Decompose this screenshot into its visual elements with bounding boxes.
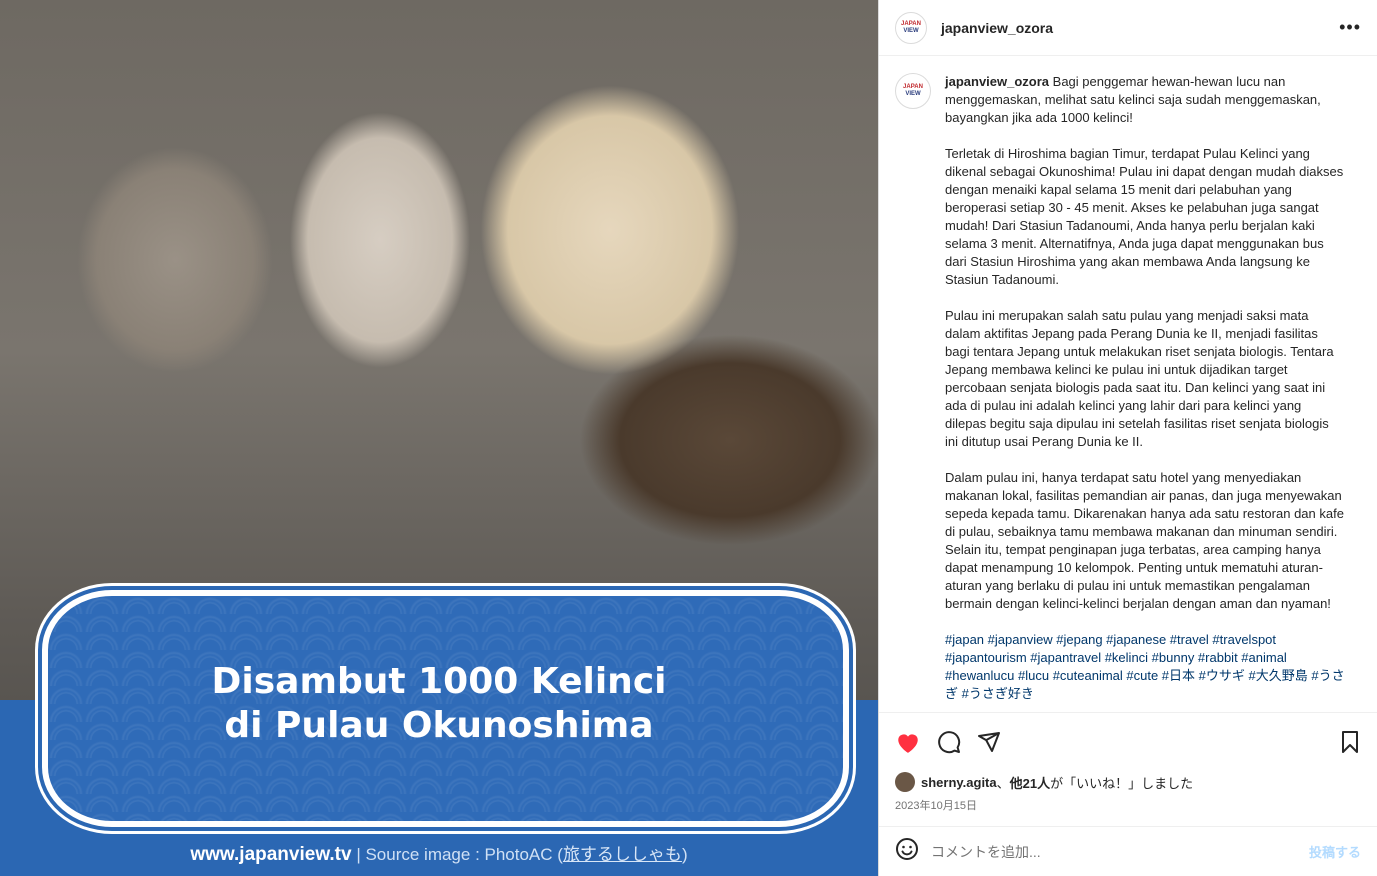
caption-section: JAPAN VIEW japanview_ozora Bagi penggema…: [879, 57, 1377, 709]
profile-avatar[interactable]: JAPAN VIEW: [895, 11, 927, 44]
source-prefix: | Source image : PhotoAC (: [356, 845, 563, 864]
caption-username[interactable]: japanview_ozora: [945, 74, 1049, 89]
banner-title-line2: di Pulau Okunoshima: [224, 705, 654, 746]
emoji-smiley-icon[interactable]: [895, 837, 919, 866]
share-paper-plane-icon[interactable]: [977, 730, 1001, 754]
caption-hashtags[interactable]: #japan #japanview #jepang #japanese #tra…: [945, 631, 1345, 703]
post-comment-button[interactable]: 投稿する: [1309, 842, 1361, 861]
liker-username[interactable]: sherny.agita: [921, 775, 997, 790]
header-username[interactable]: japanview_ozora: [941, 20, 1053, 36]
comment-bar: コメントを追加... 投稿する: [879, 826, 1377, 876]
likes-separator: 、: [996, 775, 1010, 791]
banner-title-line1: Disambut 1000 Kelinci: [211, 661, 667, 702]
logo-bottom-text: VIEW: [903, 27, 919, 34]
banner-title: Disambut 1000 Kelinci di Pulau Okunoshim…: [0, 660, 878, 748]
source-link: 旅するししゃも: [562, 845, 682, 864]
likes-suffix: が「いいね！」しました: [1050, 775, 1194, 791]
source-credit: www.japanview.tv | Source image : PhotoA…: [0, 840, 878, 866]
logo-top-text: JAPAN: [903, 84, 923, 90]
likes-others[interactable]: 他21人: [1010, 773, 1050, 792]
logo-bottom-text: VIEW: [905, 91, 921, 97]
comment-input[interactable]: コメントを追加...: [931, 842, 1309, 862]
caption-avatar[interactable]: JAPAN VIEW: [895, 73, 931, 109]
japanview-logo-icon: JAPAN VIEW: [903, 84, 923, 98]
liker-avatar[interactable]: [895, 772, 915, 792]
logo-top-text: JAPAN: [901, 20, 921, 27]
post-date[interactable]: 2023年10月15日: [895, 797, 977, 813]
post-details-panel: JAPAN VIEW japanview_ozora ••• JAPAN VIE…: [878, 0, 1377, 876]
action-bar: [879, 712, 1377, 770]
likes-summary: sherny.agita、他21人 が「いいね！」しました: [895, 772, 1193, 792]
post-image[interactable]: Disambut 1000 Kelinci di Pulau Okunoshim…: [0, 0, 878, 876]
caption-paragraph-2: Terletak di Hiroshima bagian Timur, terd…: [945, 146, 1344, 287]
post-header: JAPAN VIEW japanview_ozora •••: [879, 0, 1377, 56]
like-heart-icon[interactable]: [895, 730, 921, 754]
comment-bubble-icon[interactable]: [937, 730, 961, 754]
caption-paragraph-4: Dalam pulau ini, hanya terdapat satu hot…: [945, 470, 1344, 611]
japanview-logo-icon: JAPAN VIEW: [901, 21, 921, 35]
food-pellets: [250, 470, 610, 590]
caption-text: japanview_ozora Bagi penggemar hewan-hew…: [945, 73, 1345, 709]
caption-paragraph-3: Pulau ini merupakan salah satu pulau yan…: [945, 308, 1334, 449]
site-url: www.japanview.tv: [190, 844, 352, 865]
source-suffix: ): [681, 845, 688, 864]
more-options-icon[interactable]: •••: [1339, 17, 1361, 38]
bookmark-icon[interactable]: [1339, 730, 1361, 754]
